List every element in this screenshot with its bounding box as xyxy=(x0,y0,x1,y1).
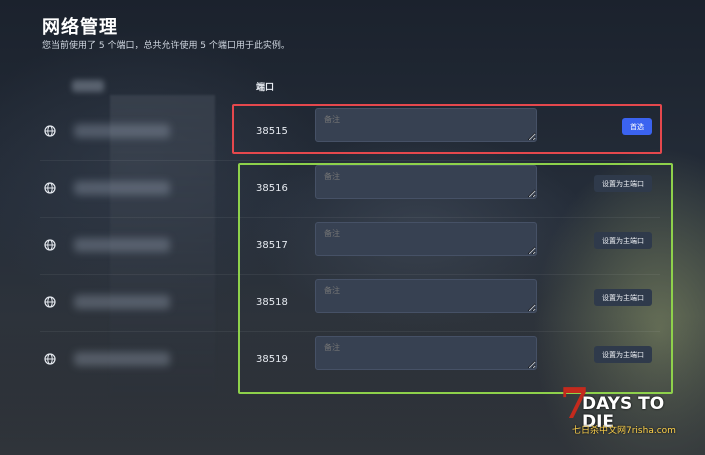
green-highlight-box xyxy=(238,163,673,394)
watermark-logo: 7 DAYS TO DIE 七日杀中文网7risha.com xyxy=(560,383,700,449)
blurred-address xyxy=(74,295,170,309)
blurred-address xyxy=(74,238,170,252)
row-divider xyxy=(40,160,660,161)
port-column-header: 端口 xyxy=(256,83,275,93)
blurred-column-header xyxy=(72,80,104,92)
logo-site: 七日杀中文网7risha.com xyxy=(572,426,676,436)
globe-icon xyxy=(44,353,56,365)
page-title: 网络管理 xyxy=(42,17,118,38)
red-highlight-box xyxy=(232,104,662,154)
blurred-address xyxy=(74,352,170,366)
blurred-address xyxy=(74,124,170,138)
blurred-address xyxy=(74,181,170,195)
globe-icon xyxy=(44,239,56,251)
globe-icon xyxy=(44,296,56,308)
page-subtitle: 您当前使用了 5 个端口，总共允许使用 5 个端口用于此实例。 xyxy=(42,41,290,51)
globe-icon xyxy=(44,125,56,137)
globe-icon xyxy=(44,182,56,194)
